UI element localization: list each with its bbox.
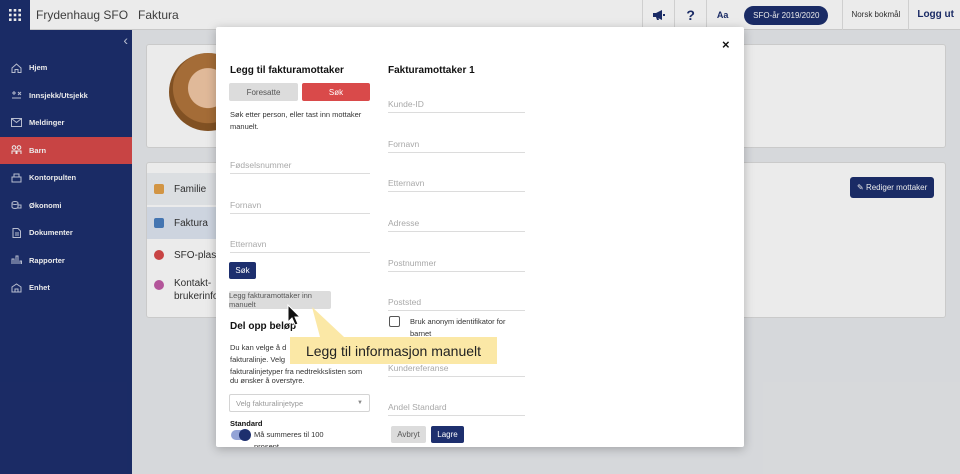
left-column-title: Legg til fakturamottaker — [230, 65, 344, 76]
anonymous-id-checkbox[interactable] — [389, 316, 400, 327]
search-help-text: Søk etter person, eller tast inn mottake… — [230, 110, 362, 131]
kunde-id-field[interactable] — [388, 95, 525, 113]
search-button[interactable]: Søk — [229, 262, 256, 279]
save-button[interactable]: Lagre — [431, 426, 464, 443]
toggle-knob — [239, 429, 251, 441]
close-icon[interactable]: × — [722, 37, 730, 52]
cancel-button[interactable]: Avbryt — [391, 426, 426, 443]
sok-mode-button[interactable]: Søk — [302, 83, 370, 101]
callout-pointer — [312, 307, 344, 337]
postnummer-field[interactable] — [388, 254, 525, 272]
checkbox-label: Bruk anonym identifikator for — [410, 317, 506, 326]
split-text-line: Du kan velge å d — [230, 343, 287, 352]
fodselsnummer-field[interactable] — [230, 156, 370, 174]
split-text-line: du ønsker å overstyre. — [230, 376, 305, 385]
adresse-field[interactable] — [388, 214, 525, 232]
foresatte-button[interactable]: Foresatte — [229, 83, 298, 101]
fornavn-field[interactable] — [388, 135, 525, 153]
split-text-line: fakturalinje. Velg — [230, 355, 286, 364]
select-placeholder: Velg fakturalinjetype — [236, 398, 304, 408]
chevron-down-icon: ▼ — [357, 400, 363, 406]
right-column-title: Fakturamottaker 1 — [388, 65, 475, 76]
etternavn-field[interactable] — [388, 174, 525, 192]
poststed-field[interactable] — [388, 293, 525, 311]
toggle-label: Må summeres til 100 — [254, 430, 324, 439]
andel-standard-field[interactable] — [388, 398, 525, 416]
toggle-label: prosent — [254, 442, 280, 447]
mouse-cursor-icon — [287, 304, 301, 326]
fornavn-search-field[interactable] — [230, 196, 370, 214]
etternavn-search-field[interactable] — [230, 235, 370, 253]
invoice-line-type-select[interactable]: Velg fakturalinjetype ▼ — [229, 394, 370, 412]
sum-to-100-toggle[interactable] — [231, 429, 251, 441]
tutorial-callout: Legg til informasjon manuelt — [290, 337, 497, 364]
